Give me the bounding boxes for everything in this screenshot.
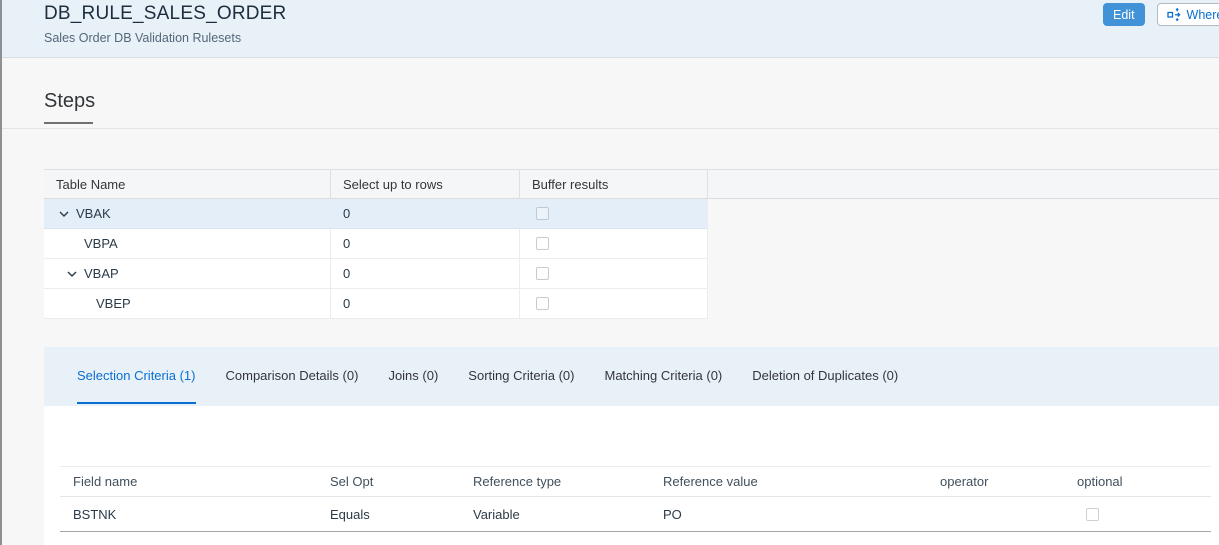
header-filler [708, 170, 1219, 198]
where-used-button[interactable]: Where Used [1157, 3, 1219, 26]
column-header-reference-type: Reference type [460, 467, 650, 496]
selection-criteria-table: Field name Sel Opt Reference type Refere… [60, 466, 1211, 532]
column-header-sel-opt: Sel Opt [317, 467, 460, 496]
optional-checkbox[interactable] [1086, 508, 1099, 521]
chevron-down-icon[interactable] [66, 268, 78, 280]
steps-heading-underline [44, 122, 93, 124]
buffer-results-checkbox[interactable] [536, 207, 549, 220]
select-up-to-rows-value: 0 [331, 259, 520, 289]
where-used-icon [1167, 8, 1181, 21]
select-up-to-rows-value: 0 [331, 229, 520, 259]
field-name-value: BSTNK [60, 497, 317, 531]
table-filler-area [708, 199, 1219, 319]
column-header-optional: optional [1064, 467, 1211, 496]
edit-button[interactable]: Edit [1103, 3, 1145, 26]
operator-value [927, 497, 1064, 531]
buffer-results-checkbox[interactable] [536, 267, 549, 280]
sel-opt-value: Equals [317, 497, 460, 531]
criteria-table-header-row: Field name Sel Opt Reference type Refere… [60, 467, 1211, 497]
tab-selection-criteria[interactable]: Selection Criteria (1) [77, 368, 196, 406]
buffer-results-checkbox[interactable] [536, 237, 549, 250]
tab-sorting-criteria[interactable]: Sorting Criteria (0) [468, 368, 574, 406]
steps-section-heading: Steps [44, 90, 95, 113]
tab-matching-criteria[interactable]: Matching Criteria (0) [605, 368, 723, 406]
window-left-edge [0, 0, 2, 545]
header-actions: Edit Where Used [1103, 3, 1219, 26]
tab-deletion-of-duplicates[interactable]: Deletion of Duplicates (0) [752, 368, 898, 406]
object-page-header: DB_RULE_SALES_ORDER Sales Order DB Valid… [0, 0, 1219, 58]
tab-content-panel: Field name Sel Opt Reference type Refere… [44, 406, 1219, 545]
select-up-to-rows-value: 0 [331, 199, 520, 229]
column-header-field-name: Field name [60, 467, 317, 496]
chevron-down-icon[interactable] [58, 208, 70, 220]
where-used-button-label: Where Used [1187, 8, 1219, 22]
page-subtitle: Sales Order DB Validation Rulesets [44, 31, 241, 45]
criteria-tabbar: Selection Criteria (1) Comparison Detail… [44, 347, 1219, 406]
steps-table-header-row: Table Name Select up to rows Buffer resu… [44, 170, 1219, 199]
tab-comparison-details[interactable]: Comparison Details (0) [226, 368, 359, 406]
column-header-table-name[interactable]: Table Name [44, 170, 331, 198]
column-header-operator: operator [927, 467, 1064, 496]
reference-value-value: PO [650, 497, 927, 531]
table-name-label: VBAK [76, 206, 111, 221]
column-header-select-up-to-rows[interactable]: Select up to rows [331, 170, 520, 198]
select-up-to-rows-value: 0 [331, 289, 520, 319]
steps-tree-table: Table Name Select up to rows Buffer resu… [44, 169, 1219, 318]
anchorbar-divider [0, 128, 1219, 129]
steps-table-body: VBAK 0 VBPA 0 VBAP 0 VBEP [44, 199, 1219, 319]
table-name-label: VBPA [84, 236, 118, 251]
table-name-label: VBAP [84, 266, 119, 281]
buffer-results-checkbox[interactable] [536, 297, 549, 310]
column-header-reference-value: Reference value [650, 467, 927, 496]
tab-joins[interactable]: Joins (0) [388, 368, 438, 406]
criteria-table-row-bstnk[interactable]: BSTNK Equals Variable PO [60, 497, 1211, 532]
table-name-label: VBEP [96, 296, 131, 311]
reference-type-value: Variable [460, 497, 650, 531]
edit-button-label: Edit [1113, 8, 1135, 22]
column-header-buffer-results[interactable]: Buffer results [520, 170, 708, 198]
page-title: DB_RULE_SALES_ORDER [44, 3, 286, 25]
